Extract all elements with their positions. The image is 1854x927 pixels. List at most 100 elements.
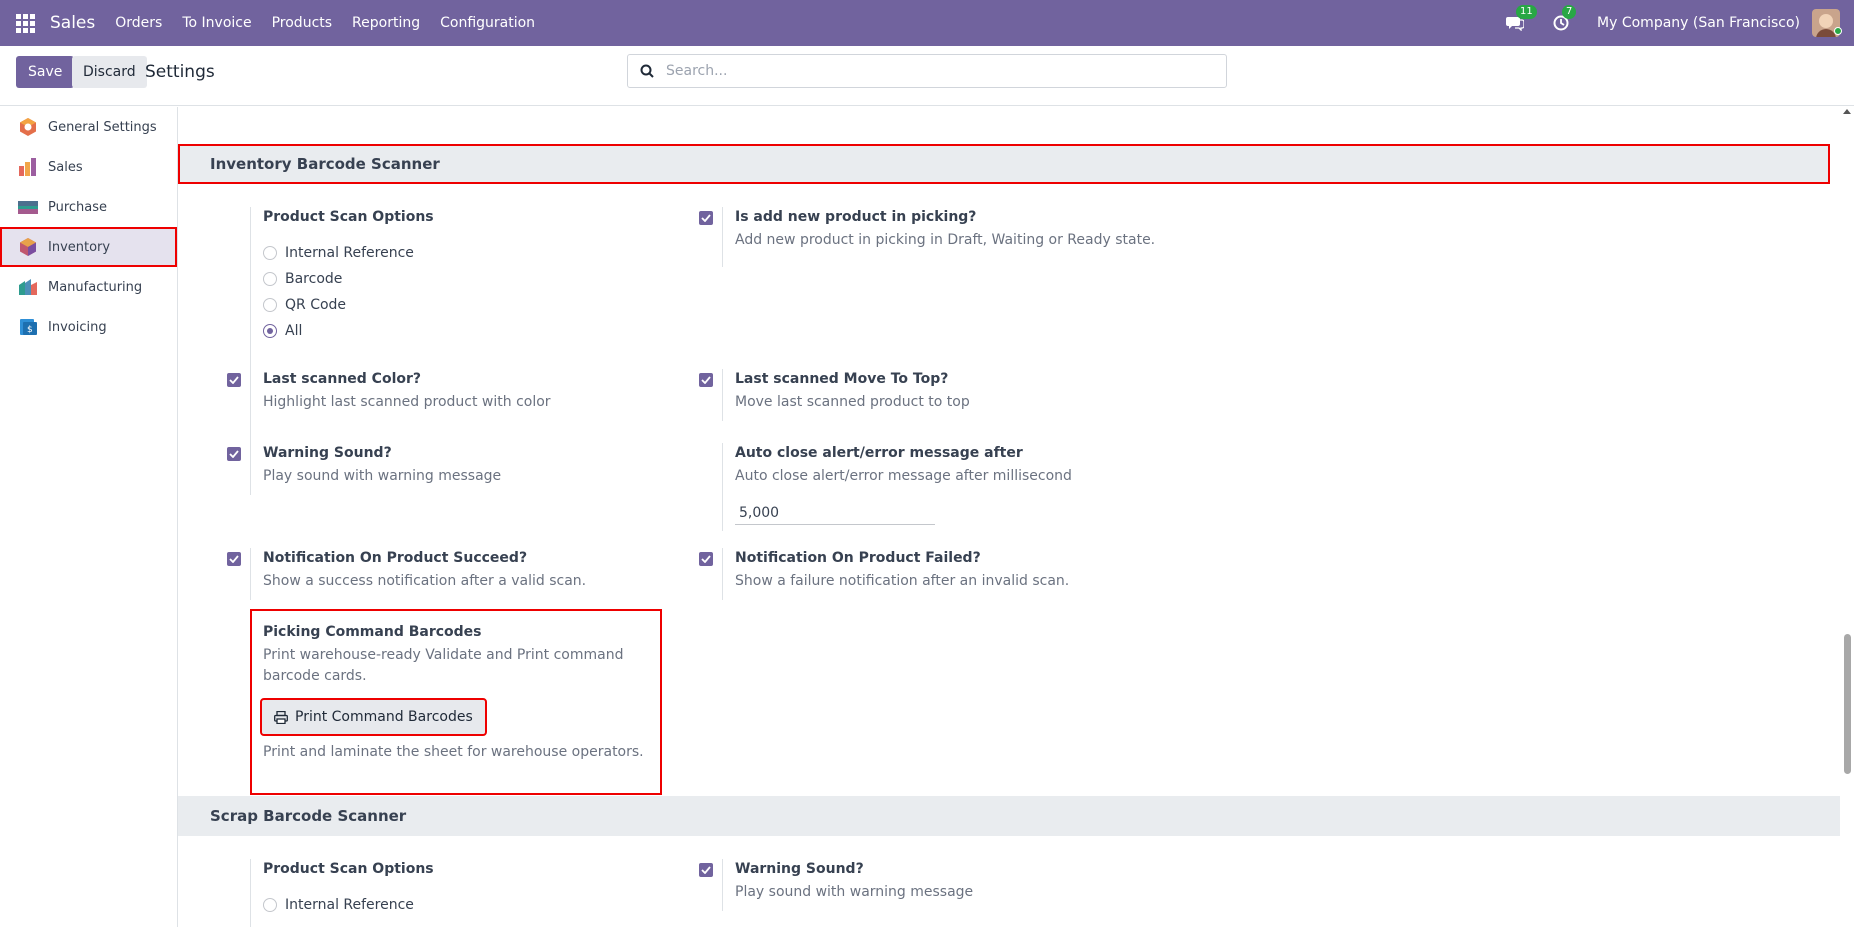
- add-new-product-checkbox[interactable]: [699, 211, 713, 225]
- activities-icon[interactable]: 7: [1551, 5, 1577, 33]
- menu-to-invoice[interactable]: To Invoice: [182, 15, 251, 31]
- online-status-icon: [1834, 27, 1842, 35]
- scrap-radio-internal-reference[interactable]: Internal Reference: [263, 897, 414, 913]
- last-scanned-move-checkbox[interactable]: [699, 373, 713, 387]
- last-scanned-move-setting: Last scanned Move To Top? Move last scan…: [735, 371, 970, 413]
- print-command-barcodes-button[interactable]: Print Command Barcodes: [260, 698, 487, 736]
- purchase-app-icon: [18, 201, 38, 214]
- print-command-barcodes-label: Print Command Barcodes: [295, 709, 473, 725]
- messages-badge: 11: [1516, 5, 1537, 19]
- warning-sound-setting: Warning Sound? Play sound with warning m…: [263, 445, 501, 487]
- section-scrap-barcode-scanner: Scrap Barcode Scanner: [178, 796, 1840, 836]
- scrap-product-scan-title: Product Scan Options: [263, 861, 434, 877]
- save-button[interactable]: Save: [16, 56, 75, 88]
- messages-icon[interactable]: 11: [1505, 5, 1537, 33]
- scrap-product-scan-options: Product Scan Options: [263, 861, 434, 877]
- sidebar-item-manufacturing[interactable]: Manufacturing: [0, 267, 177, 307]
- search-box[interactable]: [627, 54, 1227, 88]
- radio-label: Internal Reference: [285, 897, 414, 913]
- notification-failed-title: Notification On Product Failed?: [735, 550, 981, 566]
- setting-divider: [722, 207, 723, 267]
- setting-divider: [722, 548, 723, 600]
- settings-sidebar: General Settings Sales Purchase Inventor…: [0, 107, 178, 927]
- app-brand[interactable]: Sales: [50, 13, 95, 33]
- sidebar-item-purchase[interactable]: Purchase: [0, 187, 177, 227]
- scrap-warning-sound-setting: Warning Sound? Play sound with warning m…: [735, 861, 973, 903]
- invoicing-app-icon: $: [20, 319, 37, 335]
- menu-configuration[interactable]: Configuration: [440, 15, 535, 31]
- sales-app-icon: [19, 158, 36, 176]
- radio-button[interactable]: [263, 898, 277, 912]
- notification-succeed-desc: Show a success notification after a vali…: [263, 573, 587, 589]
- command-barcodes-desc: Print warehouse-ready Validate and Print…: [263, 647, 624, 684]
- radio-internal-reference[interactable]: Internal Reference: [263, 245, 414, 261]
- sidebar-item-label: Inventory: [48, 239, 111, 255]
- last-scanned-color-desc: Highlight last scanned product with colo…: [263, 394, 551, 410]
- radio-qr-code[interactable]: QR Code: [263, 297, 346, 313]
- content-scrollbar[interactable]: [1840, 107, 1854, 927]
- product-scan-options-title: Product Scan Options: [263, 209, 434, 225]
- menu-reporting[interactable]: Reporting: [352, 15, 420, 31]
- printer-icon: [274, 710, 288, 724]
- sidebar-item-sales[interactable]: Sales: [0, 147, 177, 187]
- notification-succeed-checkbox[interactable]: [227, 552, 241, 566]
- apps-menu-icon[interactable]: [0, 0, 50, 46]
- search-input[interactable]: [666, 63, 1206, 79]
- menu-orders[interactable]: Orders: [115, 15, 162, 31]
- auto-close-ms-input[interactable]: [735, 501, 935, 525]
- notification-failed-checkbox[interactable]: [699, 552, 713, 566]
- general-settings-icon: [20, 118, 36, 136]
- last-scanned-color-title: Last scanned Color?: [263, 371, 422, 387]
- setting-divider: [722, 369, 723, 421]
- command-barcodes-hint: Print and laminate the sheet for warehou…: [263, 744, 644, 760]
- auto-close-title: Auto close alert/error message after: [735, 445, 1023, 461]
- section-inventory-barcode-scanner: Inventory Barcode Scanner: [178, 144, 1830, 184]
- radio-barcode[interactable]: Barcode: [263, 271, 342, 287]
- setting-divider: [250, 859, 251, 927]
- settings-content: Inventory Barcode Scanner Product Scan O…: [178, 107, 1840, 927]
- sidebar-item-general-settings[interactable]: General Settings: [0, 107, 177, 147]
- activities-badge: 7: [1562, 5, 1577, 19]
- scrap-warning-sound-checkbox[interactable]: [699, 863, 713, 877]
- last-scanned-move-desc: Move last scanned product to top: [735, 394, 970, 410]
- radio-button[interactable]: [263, 298, 277, 312]
- control-panel: Save Discard Settings: [0, 46, 1854, 106]
- inventory-app-icon: [20, 238, 36, 256]
- auto-close-setting: Auto close alert/error message after Aut…: [735, 445, 1072, 487]
- warning-sound-checkbox[interactable]: [227, 447, 241, 461]
- radio-all[interactable]: All: [263, 323, 302, 339]
- auto-close-desc: Auto close alert/error message after mil…: [735, 468, 1072, 484]
- add-new-product-title: Is add new product in picking?: [735, 209, 977, 225]
- setting-divider: [250, 369, 251, 421]
- last-scanned-color-checkbox[interactable]: [227, 373, 241, 387]
- scrollbar-thumb[interactable]: [1844, 634, 1851, 774]
- scrap-warning-sound-title: Warning Sound?: [735, 861, 864, 877]
- radio-button-selected[interactable]: [263, 324, 277, 338]
- svg-text:$: $: [27, 325, 33, 335]
- sidebar-item-label: Invoicing: [48, 319, 107, 335]
- last-scanned-move-title: Last scanned Move To Top?: [735, 371, 949, 387]
- notification-failed-setting: Notification On Product Failed? Show a f…: [735, 550, 1069, 592]
- sidebar-item-invoicing[interactable]: $ Invoicing: [0, 307, 177, 347]
- sidebar-item-label: Manufacturing: [48, 279, 143, 295]
- last-scanned-color-setting: Last scanned Color? Highlight last scann…: [263, 371, 551, 413]
- search-icon: [640, 64, 654, 78]
- page-title: Settings: [145, 62, 215, 82]
- top-navbar: Sales Orders To Invoice Products Reporti…: [0, 0, 1854, 46]
- menu-products[interactable]: Products: [272, 15, 332, 31]
- command-barcodes-title: Picking Command Barcodes: [263, 624, 482, 640]
- sidebar-item-label: Sales: [48, 159, 83, 175]
- radio-label: Barcode: [285, 271, 343, 287]
- scroll-up-arrow-icon[interactable]: [1843, 109, 1851, 114]
- warning-sound-desc: Play sound with warning message: [263, 468, 502, 484]
- notification-failed-desc: Show a failure notification after an inv…: [735, 573, 1070, 589]
- setting-divider: [250, 443, 251, 495]
- company-switcher[interactable]: My Company (San Francisco): [1597, 15, 1800, 31]
- discard-button[interactable]: Discard: [72, 56, 147, 88]
- sidebar-item-inventory[interactable]: Inventory: [0, 227, 177, 267]
- notification-succeed-title: Notification On Product Succeed?: [263, 550, 528, 566]
- radio-button[interactable]: [263, 246, 277, 260]
- radio-button[interactable]: [263, 272, 277, 286]
- radio-label: QR Code: [285, 297, 347, 313]
- setting-divider: [722, 443, 723, 531]
